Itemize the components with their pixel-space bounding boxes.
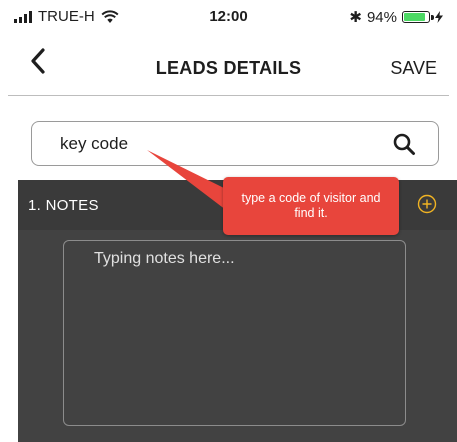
charging-bolt-icon: [435, 11, 443, 23]
save-button[interactable]: SAVE: [390, 58, 437, 79]
search-input[interactable]: [60, 133, 390, 155]
notes-section-title: 1. NOTES: [28, 197, 99, 214]
battery-percent: 94%: [366, 8, 397, 26]
add-circle-icon[interactable]: [417, 194, 437, 214]
search-box: [31, 121, 439, 166]
battery-fill: [404, 13, 425, 21]
tooltip: type a code of visitor and find it.: [223, 177, 399, 235]
tooltip-text: type a code of visitor and find it.: [241, 191, 381, 220]
nav-bar: LEADS DETAILS SAVE: [0, 40, 457, 92]
bluetooth-icon: ✱: [349, 9, 362, 26]
header-divider: [8, 95, 449, 96]
battery-nub: [431, 15, 434, 20]
status-right: ✱ 94%: [349, 8, 443, 26]
search-icon[interactable]: [392, 132, 416, 156]
battery-icon: [402, 11, 434, 23]
page-title: LEADS DETAILS: [155, 58, 302, 78]
notes-textarea[interactable]: [64, 241, 405, 425]
status-bar: TRUE-H 12:00 ✱ 94%: [0, 0, 457, 34]
notes-box: [63, 240, 406, 426]
